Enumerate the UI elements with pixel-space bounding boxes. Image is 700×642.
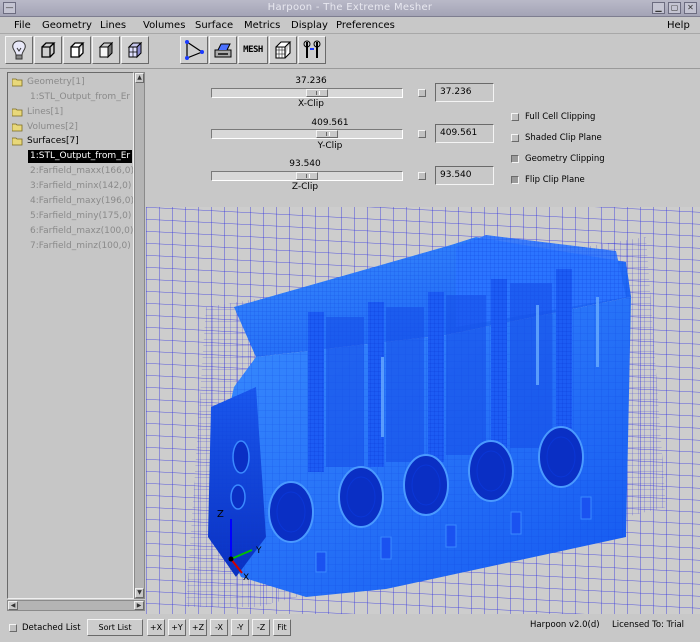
x-clip-toggle[interactable] — [418, 89, 426, 97]
tools-icon[interactable] — [298, 36, 326, 64]
z-clip-label: Z-Clip — [291, 182, 319, 192]
shaded-clip-plane-checkbox[interactable] — [511, 134, 519, 142]
axis-x-label: X — [243, 573, 249, 583]
y-clip-label: Y-Clip — [317, 141, 343, 151]
full-cell-clipping-checkbox[interactable] — [511, 113, 519, 121]
menu-surface[interactable]: Surface — [195, 20, 233, 31]
y-clip-toggle[interactable] — [418, 130, 426, 138]
folder-open-icon — [12, 137, 23, 146]
menu-file[interactable]: File — [14, 20, 31, 31]
cube-shaded-icon[interactable] — [92, 36, 120, 64]
license-label: Licensed To: Trial — [612, 620, 685, 630]
cube-grid-icon[interactable] — [121, 36, 149, 64]
scroll-left-icon[interactable]: ◀ — [8, 601, 18, 610]
z-clip-value: 93.540 — [289, 159, 321, 169]
cube-wire-icon[interactable] — [63, 36, 91, 64]
view-minus-z-button[interactable]: -Z — [252, 619, 270, 636]
menu-bar: File Geometry Lines Volumes Surface Metr… — [0, 17, 700, 34]
x-clip-slider[interactable] — [211, 88, 403, 98]
folder-open-icon — [12, 123, 23, 132]
flip-clip-plane-checkbox[interactable] — [511, 176, 519, 184]
view-plus-z-button[interactable]: +Z — [189, 619, 207, 636]
shaded-clip-plane-label: Shaded Clip Plane — [525, 133, 602, 143]
menu-preferences[interactable]: Preferences — [336, 20, 395, 31]
geometry-clipping-checkbox[interactable] — [511, 155, 519, 163]
view-fit-button[interactable]: Fit — [273, 619, 291, 636]
view-plus-y-button[interactable]: +Y — [168, 619, 186, 636]
lightbulb-icon[interactable] — [5, 36, 33, 64]
mesh-label: MESH — [243, 45, 263, 55]
menu-help[interactable]: Help — [667, 20, 690, 31]
cube-solid-icon[interactable] — [34, 36, 62, 64]
axis-z-label: Z — [217, 509, 224, 520]
y-clip-slider-thumb[interactable] — [316, 130, 338, 138]
folder-open-icon — [12, 78, 23, 87]
detached-list-label: Detached List — [22, 623, 81, 633]
3d-viewport[interactable]: Z Y X — [146, 207, 700, 614]
tree-horizontal-scrollbar[interactable]: ◀ ▶ — [7, 600, 145, 611]
maximize-icon[interactable]: ▢ — [668, 2, 681, 14]
y-clip-slider[interactable] — [211, 129, 403, 139]
x-clip-label: X-Clip — [298, 99, 324, 109]
full-cell-clipping-label: Full Cell Clipping — [525, 112, 596, 122]
y-clip-field[interactable]: 409.561 — [435, 124, 494, 143]
printer-icon[interactable] — [209, 36, 237, 64]
window-title: Harpoon - The Extreme Mesher — [267, 2, 433, 13]
tree-surface-item[interactable]: 2:Farfield_maxx(166,0) — [30, 165, 133, 178]
tree-surface-item[interactable]: 4:Farfield_maxy(196,0) — [30, 195, 133, 208]
axis-y-label: Y — [255, 546, 262, 556]
x-clip-value: 37.236 — [295, 76, 327, 86]
view-minus-y-button[interactable]: -Y — [231, 619, 249, 636]
z-clip-slider[interactable] — [211, 171, 403, 181]
cube-mesh-icon[interactable] — [269, 36, 297, 64]
folder-open-icon — [12, 108, 23, 117]
scroll-right-icon[interactable]: ▶ — [134, 601, 144, 610]
mesh-icon[interactable]: MESH — [238, 36, 268, 64]
mesh-rendering: Z Y X — [146, 207, 700, 614]
menu-volumes[interactable]: Volumes — [143, 20, 185, 31]
close-icon[interactable]: ✕ — [684, 2, 697, 14]
title-bar: — Harpoon - The Extreme Mesher ▁ ▢ ✕ — [0, 0, 700, 17]
tree-surface-item[interactable]: 1:STL_Output_from_Er — [28, 150, 133, 163]
menu-display[interactable]: Display — [291, 20, 328, 31]
menu-metrics[interactable]: Metrics — [244, 20, 280, 31]
x-clip-field[interactable]: 37.236 — [435, 83, 494, 102]
triangle-nodes-icon[interactable] — [180, 36, 208, 64]
tree-vertical-scrollbar[interactable]: ▲ ▼ — [134, 72, 145, 599]
geometry-clipping-label: Geometry Clipping — [525, 154, 605, 164]
scroll-up-icon[interactable]: ▲ — [135, 73, 144, 83]
tree-surface-item[interactable]: 3:Farfield_minx(142,0) — [30, 180, 131, 193]
z-clip-toggle[interactable] — [418, 172, 426, 180]
menu-geometry[interactable]: Geometry — [42, 20, 92, 31]
bottom-bar: Detached List Sort List +X +Y +Z -X -Y -… — [0, 614, 700, 642]
tree-surface-item[interactable]: 7:Farfield_minz(100,0) — [30, 240, 131, 253]
scroll-down-icon[interactable]: ▼ — [135, 588, 144, 598]
detached-list-checkbox[interactable] — [9, 624, 17, 632]
tree-geometry-child[interactable]: 1:STL_Output_from_Er — [30, 91, 130, 104]
toolbar: MESH — [0, 34, 700, 69]
z-clip-slider-thumb[interactable] — [296, 172, 318, 180]
z-clip-field[interactable]: 93.540 — [435, 166, 494, 185]
version-label: Harpoon v2.0(d) — [530, 620, 600, 630]
x-clip-slider-thumb[interactable] — [306, 89, 328, 97]
menu-lines[interactable]: Lines — [100, 20, 126, 31]
minimize-icon[interactable]: ▁ — [652, 2, 665, 14]
y-clip-value: 409.561 — [311, 118, 349, 128]
tree-surface-item[interactable]: 5:Farfield_miny(175,0) — [30, 210, 131, 223]
sort-list-button[interactable]: Sort List — [87, 619, 143, 636]
view-minus-x-button[interactable]: -X — [210, 619, 228, 636]
object-tree[interactable]: Geometry[1] 1:STL_Output_from_Er Lines[1… — [7, 72, 134, 599]
view-plus-x-button[interactable]: +X — [147, 619, 165, 636]
tree-surface-item[interactable]: 6:Farfield_maxz(100,0) — [30, 225, 133, 238]
flip-clip-plane-label: Flip Clip Plane — [525, 175, 585, 185]
